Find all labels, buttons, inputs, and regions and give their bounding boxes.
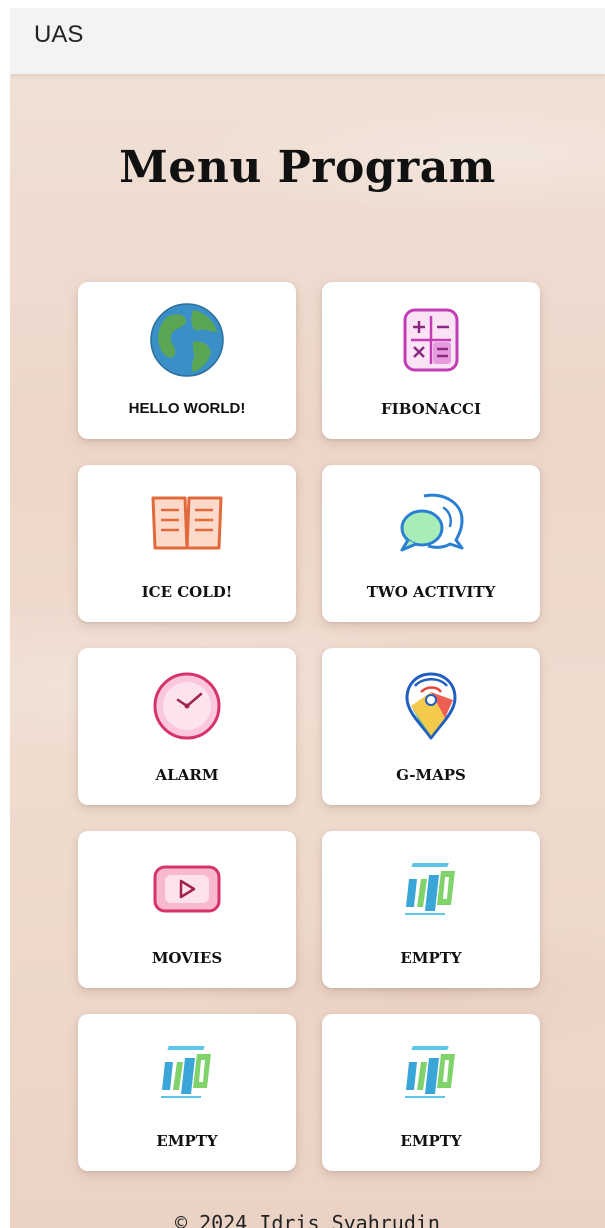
- open-book-icon: [147, 483, 227, 563]
- menu-item-two-activity[interactable]: TWO ACTIVITY: [322, 465, 540, 622]
- calculator-icon: [391, 300, 471, 380]
- menu-item-empty[interactable]: EMPTY: [322, 1014, 540, 1171]
- page-title: Menu Program: [119, 142, 496, 193]
- menu-item-label: ICE COLD!: [141, 583, 233, 601]
- menu-item-empty[interactable]: EMPTY: [322, 831, 540, 988]
- menu-item-ice-cold[interactable]: ICE COLD!: [78, 465, 296, 622]
- menu-item-label: EMPTY: [400, 949, 462, 967]
- footer-copyright: © 2024 Idris Syahrudin: [175, 1211, 440, 1228]
- video-play-icon: [147, 849, 227, 929]
- menu-item-empty[interactable]: EMPTY: [78, 1014, 296, 1171]
- menu-item-label: MOVIES: [151, 949, 223, 967]
- menu-item-label: HELLO WORLD!: [128, 400, 246, 417]
- menu-item-label: EMPTY: [400, 1132, 462, 1150]
- menu-item-label: G-MAPS: [396, 766, 466, 784]
- logo-icon: [147, 1032, 227, 1112]
- menu-item-label: FIBONACCI: [381, 400, 481, 418]
- menu-item-label: EMPTY: [156, 1132, 218, 1150]
- menu-item-label: TWO ACTIVITY: [366, 583, 496, 601]
- globe-icon: [147, 300, 227, 380]
- menu-item-fibonacci[interactable]: FIBONACCI: [322, 282, 540, 439]
- menu-grid: HELLO WORLD! FIBONACCI ICE COLD! TWO ACT…: [78, 282, 540, 1171]
- logo-icon: [391, 849, 471, 929]
- menu-item-label: ALARM: [155, 766, 219, 784]
- app-bar: UAS: [10, 8, 605, 74]
- app-bar-title: UAS: [34, 21, 84, 48]
- app-screen: UAS Menu Program HELLO WORLD! FIBONACCI …: [10, 8, 605, 1228]
- menu-item-movies[interactable]: MOVIES: [78, 831, 296, 988]
- menu-item-hello-world[interactable]: HELLO WORLD!: [78, 282, 296, 439]
- map-pin-icon: [391, 666, 471, 746]
- clock-icon: [147, 666, 227, 746]
- menu-item-alarm[interactable]: ALARM: [78, 648, 296, 805]
- chat-bubbles-icon: [391, 483, 471, 563]
- logo-icon: [391, 1032, 471, 1112]
- menu-item-g-maps[interactable]: G-MAPS: [322, 648, 540, 805]
